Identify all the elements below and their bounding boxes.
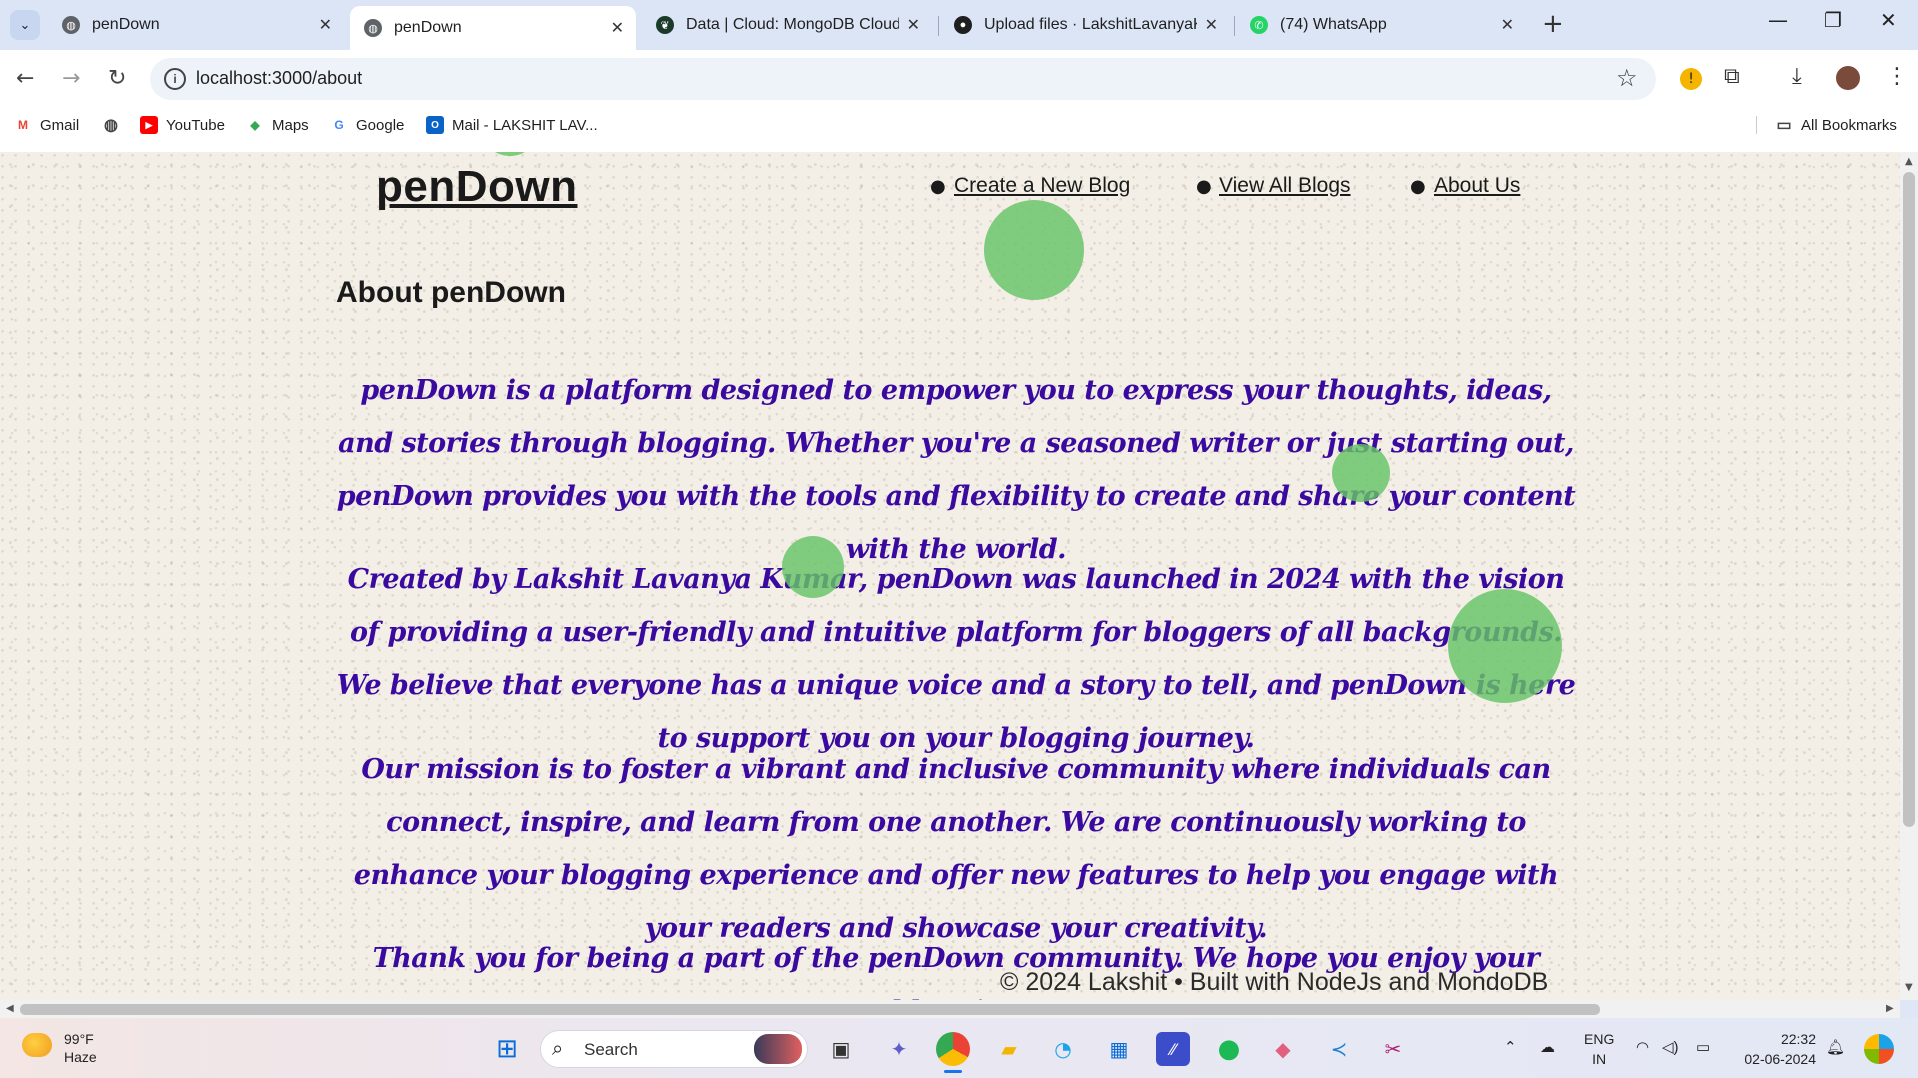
google-icon: G (334, 118, 344, 132)
globe-icon: ◍ (62, 16, 80, 34)
globe-icon: ◍ (364, 19, 382, 37)
decorative-bubble (480, 152, 540, 156)
search-icon: ⌕ (552, 1036, 564, 1060)
tab-search-button[interactable]: ⌄ (10, 10, 40, 40)
extension-icon[interactable]: ! (1680, 68, 1702, 90)
about-paragraph: penDown is a platform designed to empowe… (336, 375, 1576, 565)
horizontal-scroll-thumb[interactable] (20, 1004, 1600, 1015)
back-icon[interactable]: ← (16, 66, 34, 91)
nav-bullet: ● (1410, 176, 1426, 197)
extensions-puzzle-icon[interactable]: ⧉ (1724, 64, 1740, 89)
site-logo[interactable]: penDown (376, 162, 577, 212)
globe-icon: ◍ (104, 117, 118, 134)
language-indicator[interactable]: ENG IN (1584, 1029, 1614, 1069)
minimize-icon[interactable]: — (1768, 8, 1788, 32)
reload-icon[interactable]: ↻ (108, 66, 126, 91)
scroll-up-arrow[interactable]: ▲ (1905, 156, 1913, 167)
app-diamond-icon[interactable]: ◆ (1266, 1032, 1300, 1066)
weather-widget[interactable]: 99°F Haze (64, 1030, 97, 1066)
new-tab-button[interactable]: + (1542, 10, 1564, 38)
file-explorer-icon[interactable]: ▰ (992, 1032, 1026, 1066)
system-clock[interactable]: 22:32 02-06-2024 (1736, 1029, 1816, 1069)
bookmark-maps[interactable]: ◆ Maps (246, 116, 308, 134)
nav-bullet: ● (1196, 176, 1212, 197)
forward-icon[interactable]: → (62, 66, 80, 91)
vertical-scroll-thumb[interactable] (1903, 172, 1915, 827)
decorative-bubble (782, 536, 844, 598)
menu-kebab-icon[interactable]: ⋮ (1886, 64, 1908, 89)
bookmark-youtube[interactable]: ▶ YouTube (140, 116, 225, 134)
task-view-icon[interactable]: ▣ (824, 1032, 858, 1066)
decorative-bubble (1332, 444, 1390, 502)
bookmark-google[interactable]: G Google (330, 116, 404, 134)
search-placeholder: Search (584, 1040, 638, 1059)
battery-icon[interactable]: ▭ (1696, 1038, 1710, 1056)
scroll-right-arrow[interactable]: ▶ (1886, 1003, 1894, 1014)
maps-icon: ◆ (250, 118, 260, 132)
close-icon[interactable]: ✕ (1501, 15, 1514, 35)
edge-icon[interactable]: ◔ (1046, 1032, 1080, 1066)
close-icon[interactable]: ✕ (1205, 15, 1218, 35)
volume-icon[interactable]: ◁) (1662, 1038, 1679, 1056)
copilot-icon[interactable] (1864, 1034, 1894, 1064)
close-window-icon[interactable]: ✕ (1880, 8, 1897, 32)
close-icon[interactable]: ✕ (907, 15, 920, 35)
site-info-icon[interactable]: i (164, 68, 186, 90)
decorative-bubble (984, 200, 1084, 300)
page-title: About penDown (336, 276, 566, 309)
about-paragraph: Created by Lakshit Lavanya Kumar, penDow… (336, 564, 1576, 754)
outlook-icon: O (426, 116, 444, 134)
all-bookmarks-button[interactable]: ▭ All Bookmarks (1756, 116, 1897, 134)
spotify-icon[interactable]: ● (1212, 1032, 1246, 1066)
scroll-left-arrow[interactable]: ◀ (6, 1003, 14, 1014)
bookmark-gmail[interactable]: M Gmail (14, 116, 79, 134)
app-icon[interactable]: ⁄⁄ (1156, 1032, 1190, 1066)
decorative-bubble (1448, 589, 1562, 703)
wifi-icon[interactable]: ◠ (1636, 1038, 1649, 1056)
tab-whatsapp[interactable]: ✆ (74) WhatsApp ✕ (1236, 6, 1526, 44)
nav-about-us[interactable]: About Us (1434, 174, 1520, 198)
chrome-icon[interactable] (936, 1032, 970, 1066)
bookmark-globe[interactable]: ◍ (102, 116, 128, 134)
weather-icon[interactable] (22, 1033, 52, 1057)
store-icon[interactable]: ▦ (1102, 1032, 1136, 1066)
page-footer: © 2024 Lakshit • Built with NodeJs and M… (1000, 968, 1549, 996)
restore-icon[interactable]: ❐ (1824, 8, 1842, 32)
tab-github[interactable]: ● Upload files · LakshitLavanyaKu ✕ (940, 6, 1230, 44)
close-icon[interactable]: ✕ (611, 18, 624, 38)
tab-pendown-active[interactable]: ◍ penDown ✕ (350, 6, 636, 50)
teams-icon[interactable]: ✦ (882, 1032, 916, 1066)
whatsapp-icon: ✆ (1250, 16, 1268, 34)
tab-pendown-1[interactable]: ◍ penDown ✕ (48, 6, 344, 44)
address-bar[interactable] (150, 58, 1656, 100)
chevron-up-icon[interactable]: ⌃ (1504, 1038, 1517, 1056)
snipping-tool-icon[interactable]: ✂ (1376, 1032, 1410, 1066)
gmail-icon: M (18, 118, 28, 132)
windows-start-icon[interactable]: ⊞ (490, 1032, 524, 1066)
onedrive-icon[interactable]: ☁ (1540, 1038, 1555, 1056)
bookmark-star-icon[interactable]: ☆ (1616, 64, 1638, 92)
active-app-indicator (944, 1070, 962, 1073)
page-viewport: penDown ● Create a New Blog ● View All B… (0, 152, 1900, 1000)
bookmark-outlook-mail[interactable]: O Mail - LAKSHIT LAV... (426, 116, 598, 134)
search-highlight-icon (754, 1034, 802, 1064)
url-text[interactable]: localhost:3000/about (196, 68, 362, 89)
tab-divider (938, 16, 939, 36)
nav-create-blog[interactable]: Create a New Blog (954, 174, 1130, 198)
download-icon[interactable]: ⤓ (1792, 64, 1802, 89)
github-icon: ● (954, 16, 972, 34)
vscode-icon[interactable]: ≺ (1322, 1032, 1356, 1066)
about-paragraph: Our mission is to foster a vibrant and i… (353, 754, 1559, 944)
nav-view-all-blogs[interactable]: View All Blogs (1219, 174, 1351, 198)
tab-divider (1234, 16, 1235, 36)
tab-mongodb[interactable]: ❦ Data | Cloud: MongoDB Cloud ✕ (642, 6, 932, 44)
youtube-icon: ▶ (140, 116, 158, 134)
nav-bullet: ● (930, 176, 946, 197)
mongodb-leaf-icon: ❦ (656, 16, 674, 34)
profile-avatar[interactable] (1836, 66, 1860, 90)
folder-icon: ▭ (1776, 117, 1792, 134)
scroll-down-arrow[interactable]: ▼ (1905, 982, 1913, 993)
close-icon[interactable]: ✕ (319, 15, 332, 35)
notification-bell-icon[interactable]: 🔔︎ (1826, 1038, 1845, 1056)
